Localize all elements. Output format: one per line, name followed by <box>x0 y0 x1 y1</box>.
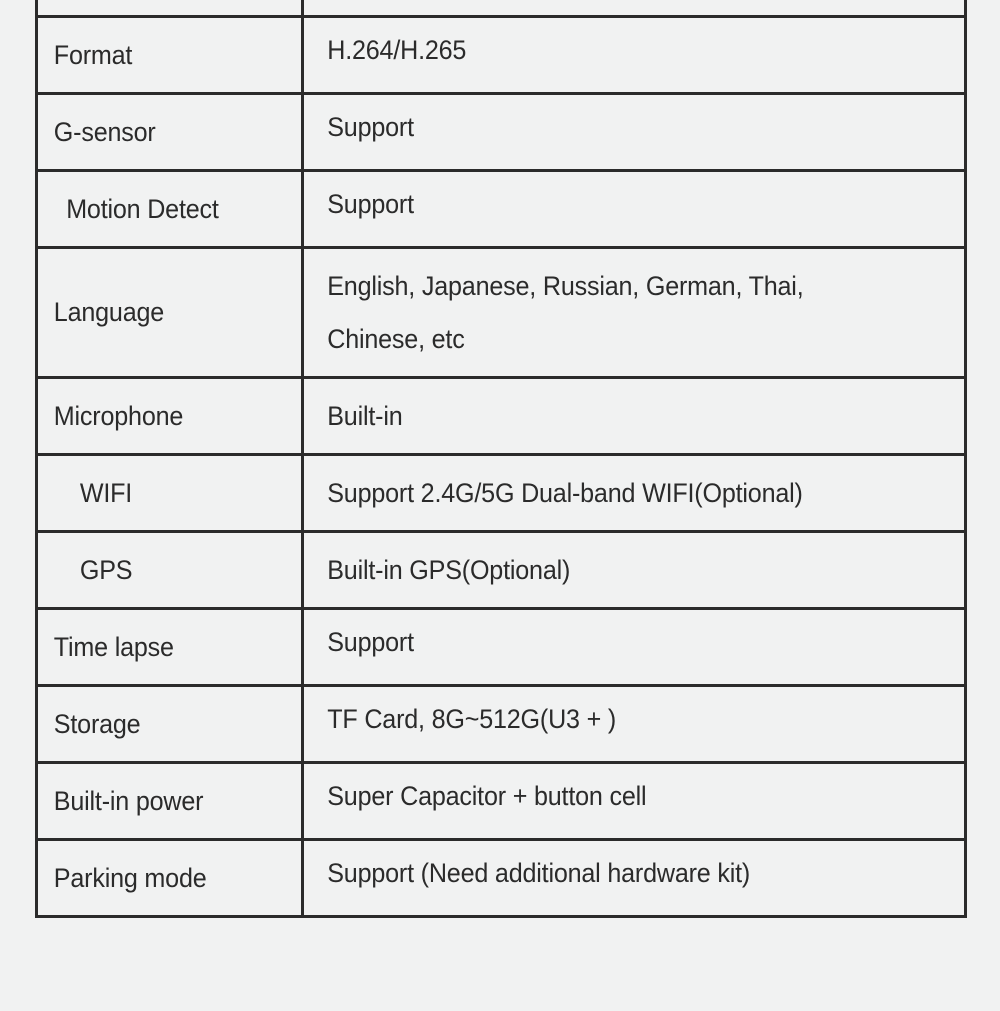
table-row: Microphone Built-in <box>35 376 967 456</box>
table-cell-label: Language <box>35 246 304 379</box>
row-label: Time lapse <box>53 631 174 662</box>
row-label: Storage <box>53 708 141 739</box>
row-value: Support <box>327 626 414 657</box>
row-label: Language <box>53 297 165 327</box>
row-value: H.264/H.265 <box>327 34 467 65</box>
table-cell-value: H.264/H.265 <box>301 15 967 95</box>
table-row: Motion Detect Support <box>35 169 967 249</box>
table-cell-label: Time lapse <box>35 607 304 687</box>
row-value: Support 2.4G/5G Dual-band WIFI(Optional) <box>327 477 803 508</box>
table-cell-label: Format <box>35 15 304 95</box>
row-value: Super Capacitor + button cell <box>327 780 647 811</box>
table-cell-label: Motion Detect <box>35 169 304 249</box>
table-cell-value: Support 2.4G/5G Dual-band WIFI(Optional) <box>301 453 967 533</box>
table-row: Parking mode Support (Need additional ha… <box>35 838 967 918</box>
table-cell-label: GPS <box>35 530 304 610</box>
row-label: WIFI <box>79 477 133 508</box>
table-cell-value: Support <box>301 607 967 687</box>
table-cell-value: Support (Need additional hardware kit) <box>301 838 967 918</box>
table-cell-value: Support <box>301 92 967 172</box>
row-label: Microphone <box>53 400 184 431</box>
table-cell-label: Built-in power <box>35 761 304 841</box>
table-row: WIFI Support 2.4G/5G Dual-band WIFI(Opti… <box>35 453 967 533</box>
row-value: Support <box>327 111 414 142</box>
table-row: Loop Recording Support <box>35 0 967 18</box>
table-row: Language English, Japanese, Russian, Ger… <box>35 246 967 379</box>
table-row: G-sensor Support <box>35 92 967 172</box>
page-bottom-whitespace <box>0 938 1000 1011</box>
row-label: G-sensor <box>53 116 156 147</box>
table-cell-value: TF Card, 8G~512G(U3 + ) <box>301 684 967 764</box>
spec-sheet: Loop Recording Support Format H.264/H.26… <box>35 0 967 918</box>
row-label: Format <box>53 39 133 70</box>
table-row: GPS Built-in GPS(Optional) <box>35 530 967 610</box>
table-cell-label: Microphone <box>35 376 304 456</box>
specification-table: Loop Recording Support Format H.264/H.26… <box>35 0 967 918</box>
row-value: Support (Need additional hardware kit) <box>327 857 751 888</box>
row-value: Built-in <box>327 400 403 431</box>
row-label: GPS <box>79 554 133 585</box>
table-row: Storage TF Card, 8G~512G(U3 + ) <box>35 684 967 764</box>
table-cell-value: Super Capacitor + button cell <box>301 761 967 841</box>
table-row: Format H.264/H.265 <box>35 15 967 95</box>
row-value: English, Japanese, Russian, German, Thai… <box>327 270 804 354</box>
table-cell-label: Loop Recording <box>35 0 304 18</box>
table-cell-label: WIFI <box>35 453 304 533</box>
specification-table-body: Loop Recording Support Format H.264/H.26… <box>35 0 967 918</box>
table-row: Built-in power Super Capacitor + button … <box>35 761 967 841</box>
row-label: Motion Detect <box>59 193 219 224</box>
table-cell-label: G-sensor <box>35 92 304 172</box>
table-cell-value: Support <box>301 169 967 249</box>
row-value: Built-in GPS(Optional) <box>327 554 571 585</box>
row-value: TF Card, 8G~512G(U3 + ) <box>327 703 617 734</box>
table-cell-value: Built-in <box>301 376 967 456</box>
table-cell-label: Storage <box>35 684 304 764</box>
table-cell-label: Parking mode <box>35 838 304 918</box>
row-value: Support <box>327 188 414 219</box>
table-cell-value: Support <box>301 0 967 18</box>
table-cell-value: English, Japanese, Russian, German, Thai… <box>301 246 967 379</box>
row-label: Built-in power <box>53 785 204 816</box>
row-label: Parking mode <box>53 862 207 893</box>
table-row: Time lapse Support <box>35 607 967 687</box>
table-cell-value: Built-in GPS(Optional) <box>301 530 967 610</box>
